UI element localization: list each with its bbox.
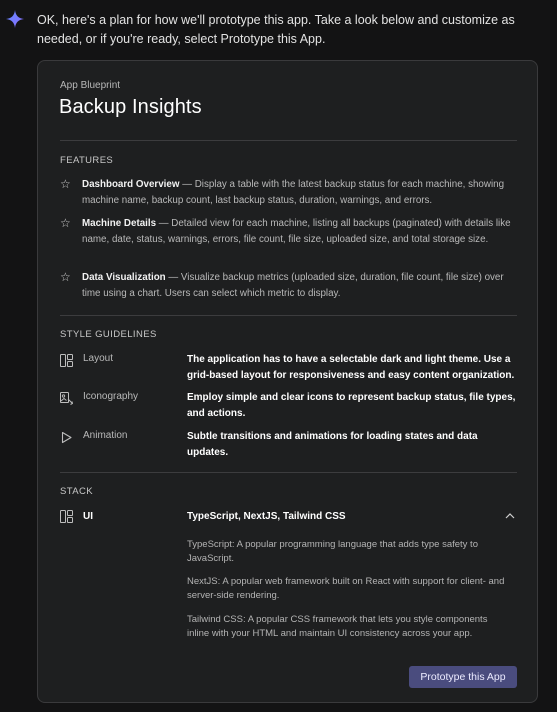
feature-name: Data Visualization — [82, 272, 166, 283]
feature-name: Machine Details — [82, 218, 157, 229]
style-guidelines-heading: STYLE GUIDELINES — [60, 329, 157, 340]
guideline-description: The application has to have a selectable… — [187, 354, 515, 381]
star-icon: ☆ — [60, 177, 71, 191]
divider — [60, 472, 517, 473]
iconography-icon — [60, 392, 73, 405]
stack-ui-row[interactable]: UI TypeScript, NextJS, Tailwind CSS — [60, 510, 520, 526]
blueprint-eyebrow: App Blueprint — [60, 80, 121, 91]
layout-icon — [60, 510, 73, 523]
guideline-description: Employ simple and clear icons to represe… — [187, 392, 516, 419]
divider — [60, 315, 517, 316]
feature-item: ☆ Data Visualization — Visualize backup … — [60, 270, 520, 302]
feature-item: ☆ Machine Details — Detailed view for ea… — [60, 216, 520, 248]
star-icon: ☆ — [60, 270, 71, 284]
stack-name: UI — [83, 511, 93, 522]
guideline-name: Layout — [83, 353, 114, 364]
features-heading: FEATURES — [60, 155, 114, 166]
divider — [60, 140, 517, 141]
layout-icon — [60, 354, 73, 367]
guideline-description: Subtle transitions and animations for lo… — [187, 431, 478, 458]
app-blueprint-card: App Blueprint Backup Insights FEATURES ☆… — [37, 60, 538, 703]
guideline-name: Animation — [83, 430, 128, 441]
stack-detail-nextjs: NextJS: A popular web framework built on… — [187, 576, 505, 601]
star-icon: ☆ — [60, 216, 71, 230]
play-icon — [61, 431, 72, 444]
feature-item: ☆ Dashboard Overview — Display a table w… — [60, 177, 520, 209]
stack-detail-tailwind: Tailwind CSS: A popular CSS framework th… — [187, 614, 488, 639]
stack-value: TypeScript, NextJS, Tailwind CSS — [187, 511, 346, 522]
assistant-message: OK, here's a plan for how we'll prototyp… — [37, 13, 515, 46]
stack-heading: STACK — [60, 486, 93, 497]
stack-detail-typescript: TypeScript: A popular programming langua… — [187, 539, 478, 564]
prototype-app-button[interactable]: Prototype this App — [409, 666, 517, 688]
chevron-up-icon[interactable] — [504, 511, 516, 521]
guideline-name: Iconography — [83, 391, 139, 402]
feature-name: Dashboard Overview — [82, 179, 180, 190]
app-title: Backup Insights — [59, 96, 202, 118]
gemini-sparkle-icon — [6, 10, 24, 28]
